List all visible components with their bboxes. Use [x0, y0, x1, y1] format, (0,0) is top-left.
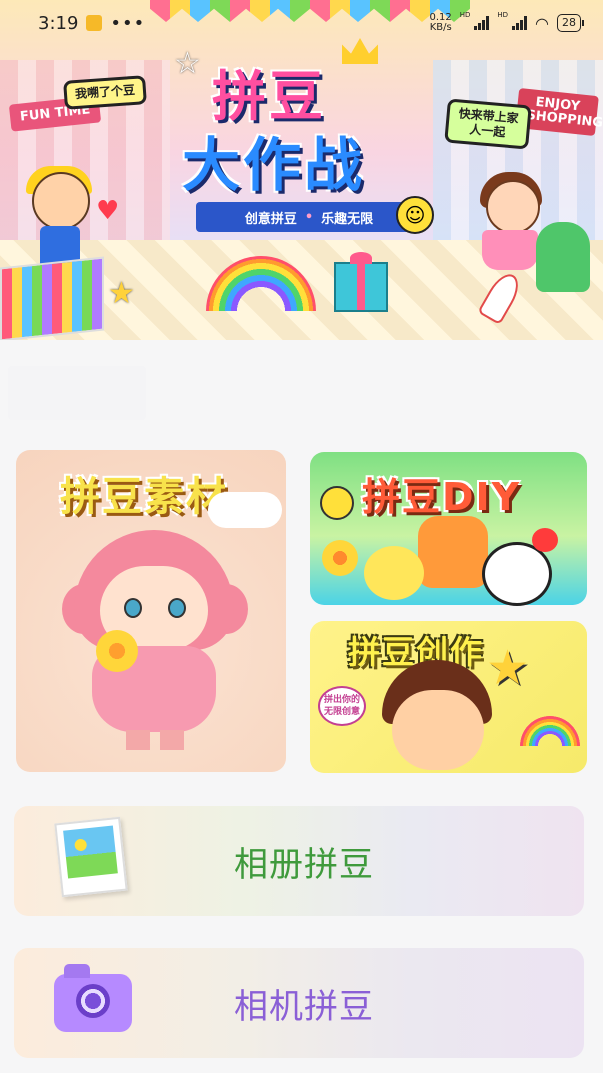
camera-icon	[54, 964, 132, 1032]
bead-dinosaur	[536, 222, 590, 292]
cloud-icon	[208, 492, 282, 528]
flower-icon	[322, 540, 358, 576]
battery-icon: 28	[557, 14, 584, 32]
photo-album-icon	[54, 816, 128, 898]
notification-app-icon	[86, 15, 103, 31]
doll-eye	[168, 598, 186, 618]
banner-subtitle-ribbon: 创意拼豆 • 乐趣无限	[196, 202, 422, 232]
speech-bubble-right: 快来带上家人一起	[444, 98, 532, 150]
bead-cat	[418, 516, 488, 588]
star-icon: ☆	[174, 46, 201, 81]
creation-badge: 拼出你的无限创意	[318, 686, 366, 726]
apple-icon	[532, 528, 558, 552]
status-bar: 3:19 ••• 0.12 KB/s HD HD ◠ 28	[0, 0, 603, 46]
bead-boy-face	[392, 690, 484, 770]
star-icon: ★	[486, 640, 530, 696]
doll-legs	[126, 730, 184, 750]
more-notifications-icon: •••	[110, 12, 146, 34]
camera-bead-button[interactable]: 相机拼豆	[14, 948, 584, 1058]
banner-title-line2: 大作战	[182, 131, 366, 199]
speech-bubble-left: 我嗍了个豆	[63, 75, 147, 110]
hd-indicator: HD	[497, 11, 509, 19]
heart-icon: ♥	[96, 196, 120, 226]
signal-icon	[474, 16, 490, 30]
bead-boy-figure	[32, 172, 90, 230]
flower-icon	[96, 630, 138, 672]
album-bead-label: 相册拼豆	[234, 844, 374, 885]
bead-girl-figure	[486, 180, 540, 234]
subtitle-left: 创意拼豆	[244, 211, 297, 227]
subtitle-separator: •	[304, 209, 314, 225]
hero-banner[interactable]: FUN TIME ENJOY SHOPPING 我嗍了个豆 快来带上家人一起 ☆…	[0, 0, 603, 340]
subtitle-right: 乐趣无限	[321, 211, 374, 227]
wifi-icon: ◠	[535, 13, 549, 33]
album-bead-button[interactable]: 相册拼豆	[14, 806, 584, 916]
doll-eye	[124, 598, 142, 618]
bead-chick	[364, 546, 424, 600]
hd-indicator: HD	[459, 11, 471, 19]
gift-box-icon	[334, 252, 388, 312]
camera-bead-label: 相机拼豆	[234, 986, 374, 1027]
status-time: 3:19	[38, 12, 79, 34]
bead-tray	[0, 256, 104, 340]
network-speed: 0.12 KB/s	[429, 13, 451, 33]
card-title: 拼豆素材	[60, 474, 228, 520]
smiley-icon	[320, 486, 354, 520]
card-title: 拼豆DIY	[362, 475, 522, 519]
smiley-icon: ☺	[396, 196, 434, 234]
star-icon: ★	[108, 276, 135, 311]
placeholder-panel	[8, 366, 146, 420]
network-speed-unit: KB/s	[429, 22, 452, 33]
bead-girl-body	[482, 230, 538, 270]
signal-icon	[512, 16, 528, 30]
